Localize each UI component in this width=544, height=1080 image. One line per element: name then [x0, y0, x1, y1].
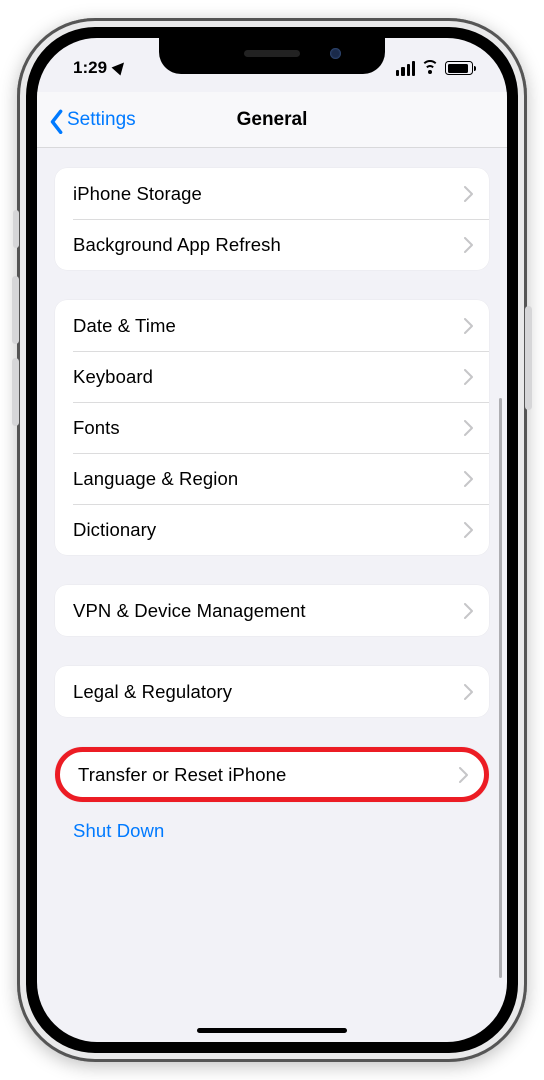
phone-frame: 1:29 Settings General iPhone Storage — [17, 18, 527, 1062]
group-input-locale: Date & Time Keyboard Fonts Language & Re… — [55, 300, 489, 555]
status-time: 1:29 — [73, 58, 107, 78]
chevron-right-icon — [464, 420, 473, 436]
back-label: Settings — [67, 109, 136, 131]
chevron-right-icon — [464, 522, 473, 538]
row-fonts[interactable]: Fonts — [55, 402, 489, 453]
power-button[interactable] — [525, 306, 532, 410]
row-label: Date & Time — [73, 315, 176, 337]
row-language-region[interactable]: Language & Region — [55, 453, 489, 504]
cellular-icon — [396, 61, 415, 76]
chevron-right-icon — [464, 603, 473, 619]
row-label: VPN & Device Management — [73, 600, 306, 622]
content-scroll[interactable]: iPhone Storage Background App Refresh Da… — [37, 150, 507, 1042]
home-indicator[interactable] — [197, 1028, 347, 1034]
chevron-left-icon — [49, 109, 63, 131]
mute-switch[interactable] — [13, 210, 19, 248]
chevron-right-icon — [464, 186, 473, 202]
scrollbar-thumb[interactable] — [499, 398, 502, 978]
group-legal: Legal & Regulatory — [55, 666, 489, 717]
group-shutdown: Shut Down — [55, 808, 489, 854]
group-storage: iPhone Storage Background App Refresh — [55, 168, 489, 270]
row-label: Legal & Regulatory — [73, 681, 232, 703]
chevron-right-icon — [464, 684, 473, 700]
chevron-right-icon — [464, 471, 473, 487]
chevron-right-icon — [459, 767, 468, 783]
notch — [159, 38, 385, 74]
row-label: Language & Region — [73, 468, 238, 490]
row-iphone-storage[interactable]: iPhone Storage — [55, 168, 489, 219]
row-background-app-refresh[interactable]: Background App Refresh — [55, 219, 489, 270]
location-icon — [112, 59, 129, 76]
group-vpn: VPN & Device Management — [55, 585, 489, 636]
row-label: Fonts — [73, 417, 120, 439]
nav-bar: Settings General — [37, 92, 507, 148]
wifi-icon — [421, 61, 439, 75]
row-legal-regulatory[interactable]: Legal & Regulatory — [55, 666, 489, 717]
volume-up-button[interactable] — [12, 276, 19, 344]
volume-down-button[interactable] — [12, 358, 19, 426]
chevron-right-icon — [464, 369, 473, 385]
row-label: Transfer or Reset iPhone — [78, 764, 286, 786]
row-label: Keyboard — [73, 366, 153, 388]
row-keyboard[interactable]: Keyboard — [55, 351, 489, 402]
row-label: Dictionary — [73, 519, 156, 541]
group-reset-highlighted: Transfer or Reset iPhone — [55, 747, 489, 802]
screen: 1:29 Settings General iPhone Storage — [37, 38, 507, 1042]
row-label: Shut Down — [73, 820, 164, 842]
row-label: iPhone Storage — [73, 183, 202, 205]
page-title: General — [237, 109, 308, 131]
row-date-time[interactable]: Date & Time — [55, 300, 489, 351]
back-button[interactable]: Settings — [49, 109, 136, 131]
chevron-right-icon — [464, 237, 473, 253]
row-transfer-reset-iphone[interactable]: Transfer or Reset iPhone — [60, 752, 484, 797]
battery-icon — [445, 61, 473, 75]
row-vpn-device-management[interactable]: VPN & Device Management — [55, 585, 489, 636]
chevron-right-icon — [464, 318, 473, 334]
row-dictionary[interactable]: Dictionary — [55, 504, 489, 555]
row-label: Background App Refresh — [73, 234, 281, 256]
shut-down-button[interactable]: Shut Down — [55, 808, 489, 854]
